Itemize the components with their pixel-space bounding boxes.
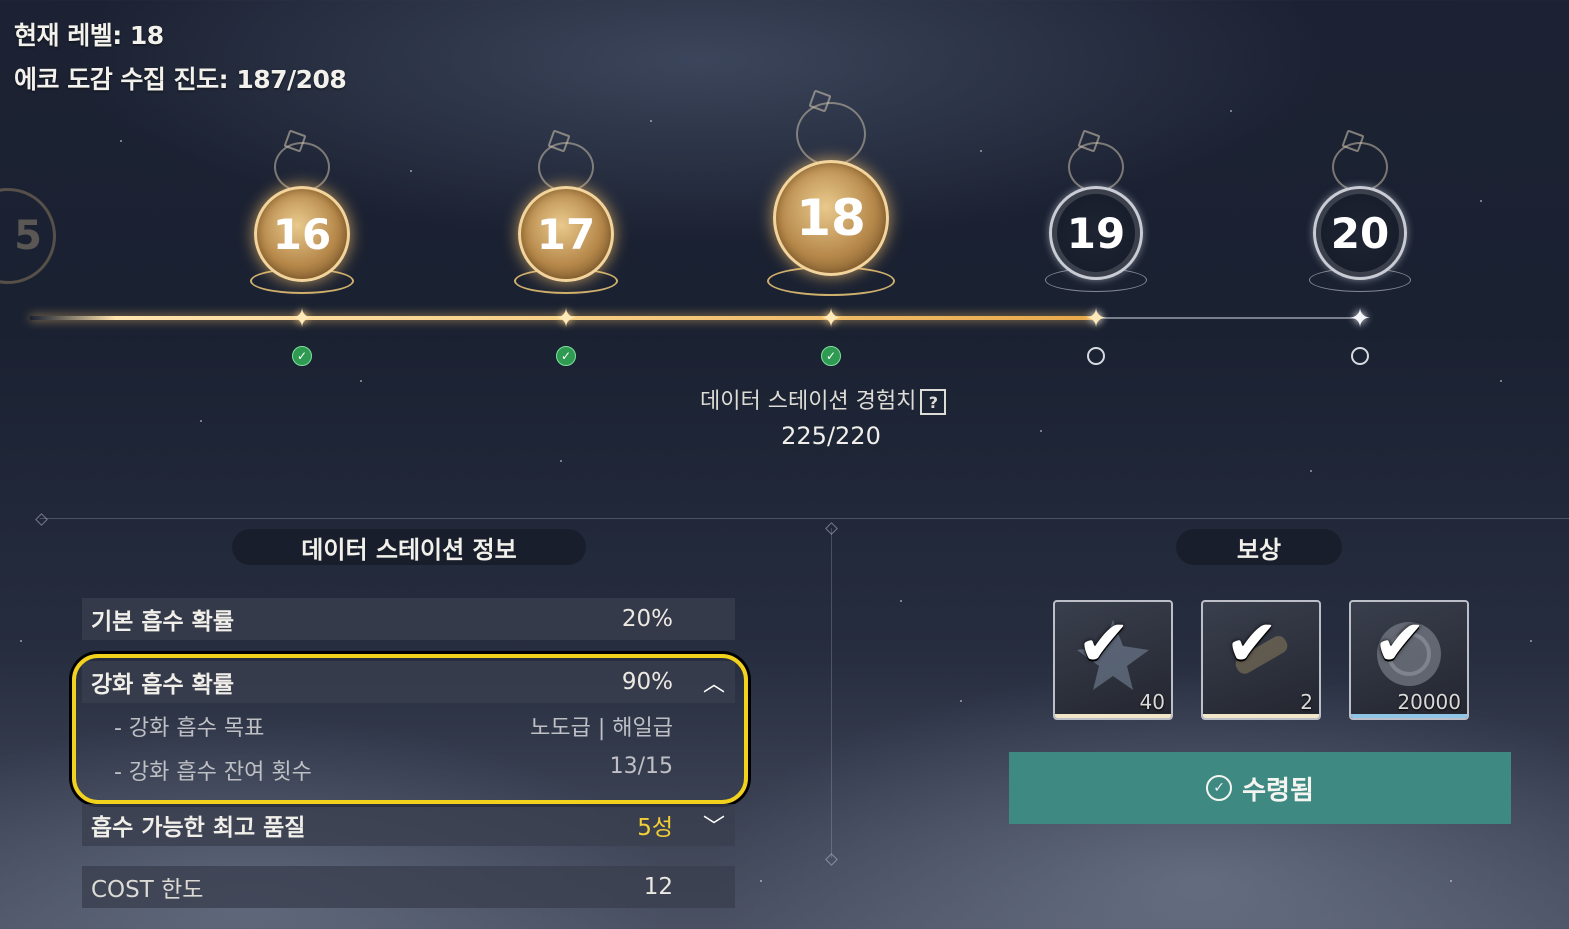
row-label: 흡수 가능한 최고 품질 [91, 815, 306, 841]
level-node-16[interactable]: 16 ✦ [242, 128, 362, 332]
claimed-button-label: 수령됨 [1242, 775, 1314, 806]
sparkle-icon: ✦ [555, 304, 577, 334]
collection-progress: 에코 도감 수집 진도: 187/208 [14, 65, 347, 94]
max-quality-row[interactable]: 흡수 가능한 최고 품질 5성 ﹀ [82, 804, 735, 846]
current-level: 현재 레벨: 18 [14, 21, 164, 50]
exp-value: 225/220 [781, 422, 881, 450]
sparkle-icon: ✦ [1085, 304, 1107, 334]
check-icon: ✔ [1373, 607, 1427, 681]
divider-ornament [35, 513, 48, 526]
row-label: COST 한도 [91, 877, 204, 903]
rewards-section-title: 보상 [1176, 529, 1342, 565]
info-section-title: 데이터 스테이션 정보 [232, 529, 586, 565]
level-node-19[interactable]: 19 ✦ [1036, 128, 1156, 332]
divider-ornament [825, 853, 838, 866]
globe-icon [538, 142, 594, 192]
question-icon[interactable]: ? [920, 389, 947, 415]
rarity-bar [1351, 714, 1467, 718]
level-badge: 19 [1049, 186, 1143, 280]
globe-icon [796, 102, 866, 166]
row-value: 20% [621, 606, 673, 632]
check-icon: ✔ [1077, 607, 1131, 681]
row-value: 5성 [637, 815, 673, 841]
reward-count: 40 [1139, 690, 1165, 714]
reward-item[interactable]: ✔ 2 [1201, 600, 1321, 720]
claimed-check-icon: ✓ [821, 346, 841, 366]
claimed-check-icon: ✓ [556, 346, 576, 366]
level-badge: 18 [773, 160, 889, 276]
claimed-check-icon: ✓ [292, 346, 312, 366]
check-circle-icon: ✓ [1206, 775, 1233, 801]
level-badge: 20 [1313, 186, 1407, 280]
row-value: 12 [643, 874, 673, 900]
sparkle-icon: ✦ [1349, 304, 1371, 334]
sparkle-icon: ✦ [820, 304, 842, 334]
section-divider [40, 518, 1569, 519]
column-divider [831, 528, 832, 858]
level-badge: 16 [254, 186, 350, 282]
divider-ornament [825, 522, 838, 535]
row-label: 기본 흡수 확률 [91, 609, 234, 635]
base-rate-row: 기본 흡수 확률 20% [82, 598, 735, 640]
check-icon: ✔ [1225, 607, 1279, 681]
level-node-20[interactable]: 20 ✦ [1300, 128, 1420, 332]
unclaimed-circle-icon [1087, 347, 1105, 365]
exp-label: 데이터 스테이션 경험치? [700, 383, 947, 415]
level-node-18[interactable]: 18 ✦ [767, 89, 895, 332]
unclaimed-circle-icon [1351, 347, 1369, 365]
level-node-17[interactable]: 17 ✦ [506, 128, 626, 332]
rarity-bar [1055, 714, 1171, 718]
globe-icon [274, 142, 330, 192]
chevron-down-icon[interactable]: ﹀ [703, 809, 725, 841]
reward-count: 20000 [1397, 690, 1461, 714]
reward-count: 2 [1300, 690, 1313, 714]
claimed-button[interactable]: ✓ 수령됨 [1009, 752, 1511, 824]
level-number: 5 [14, 213, 42, 259]
level-node-partial: 5 [0, 188, 56, 284]
globe-icon [1068, 142, 1124, 192]
globe-icon [1332, 142, 1388, 192]
sparkle-icon: ✦ [291, 304, 313, 334]
level-badge: 17 [518, 186, 614, 282]
cost-limit-row: COST 한도 12 [82, 866, 735, 908]
reward-item[interactable]: ✔ 40 [1053, 600, 1173, 720]
reward-item[interactable]: ✔ 20000 [1349, 600, 1469, 720]
highlight-box [72, 654, 748, 804]
rarity-bar [1203, 714, 1319, 718]
